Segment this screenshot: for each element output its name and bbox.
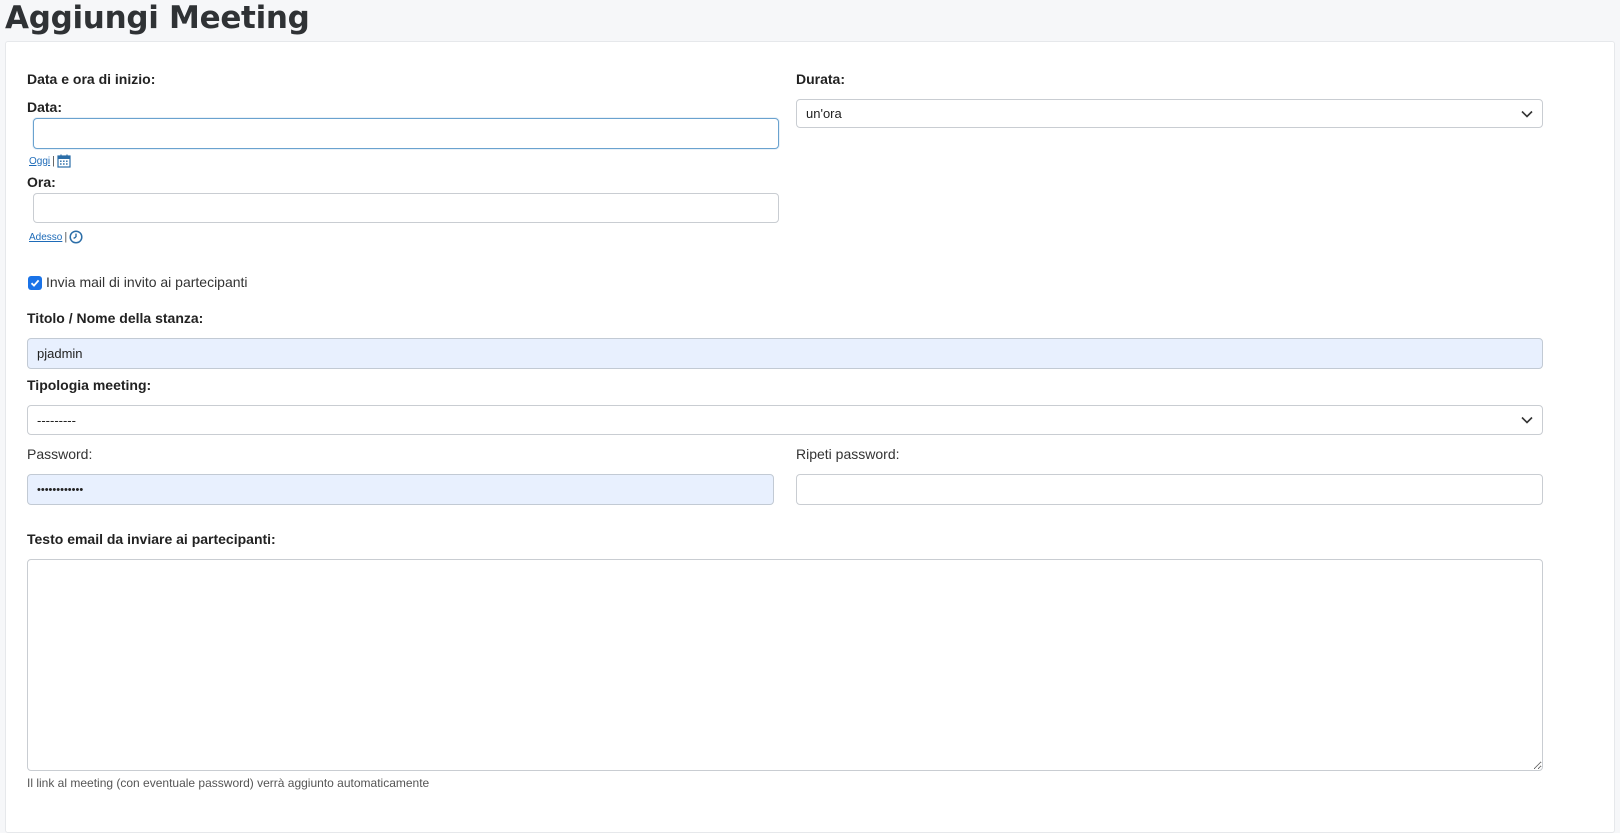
password-label: Password:	[27, 446, 93, 462]
repeat-password-label: Ripeti password:	[796, 446, 900, 462]
meeting-type-select[interactable]: ---------	[27, 405, 1543, 435]
meeting-type-selected: ---------	[37, 412, 76, 428]
check-icon	[30, 279, 40, 287]
chevron-down-icon	[1521, 110, 1533, 118]
room-title-input[interactable]	[27, 338, 1543, 369]
calendar-icon[interactable]	[57, 154, 71, 168]
duration-selected: un'ora	[806, 106, 842, 121]
date-tools: Oggi |	[29, 154, 71, 168]
duration-label: Durata:	[796, 71, 846, 87]
chevron-down-icon	[1521, 416, 1533, 424]
room-title-label: Titolo / Nome della stanza:	[27, 310, 204, 326]
page-title: Aggiungi Meeting	[5, 0, 310, 36]
time-separator: |	[64, 231, 68, 243]
time-input[interactable]	[33, 193, 779, 223]
send-invite-label[interactable]: Invia mail di invito ai partecipanti	[46, 274, 248, 290]
today-link[interactable]: Oggi	[29, 156, 50, 167]
email-help-text: Il link al meeting (con eventuale passwo…	[27, 776, 430, 790]
date-input[interactable]	[33, 118, 779, 149]
meeting-type-label: Tipologia meeting:	[27, 377, 152, 393]
date-separator: |	[52, 155, 55, 167]
now-link[interactable]: Adesso	[29, 232, 62, 243]
duration-select[interactable]: un'ora	[796, 99, 1543, 128]
clock-icon[interactable]	[69, 230, 83, 244]
email-text-textarea[interactable]	[27, 559, 1543, 771]
repeat-password-input[interactable]	[796, 474, 1543, 505]
start-datetime-label: Data e ora di inizio:	[27, 71, 156, 87]
form-card: Data e ora di inizio: Data: Oggi | Ora: …	[5, 41, 1615, 833]
date-label: Data:	[27, 99, 63, 115]
password-input[interactable]: ••••••••••••	[27, 474, 774, 505]
send-invite-checkbox[interactable]	[28, 276, 42, 290]
email-text-label: Testo email da inviare ai partecipanti:	[27, 531, 276, 547]
time-label: Ora:	[27, 174, 56, 190]
time-tools: Adesso |	[29, 230, 83, 244]
